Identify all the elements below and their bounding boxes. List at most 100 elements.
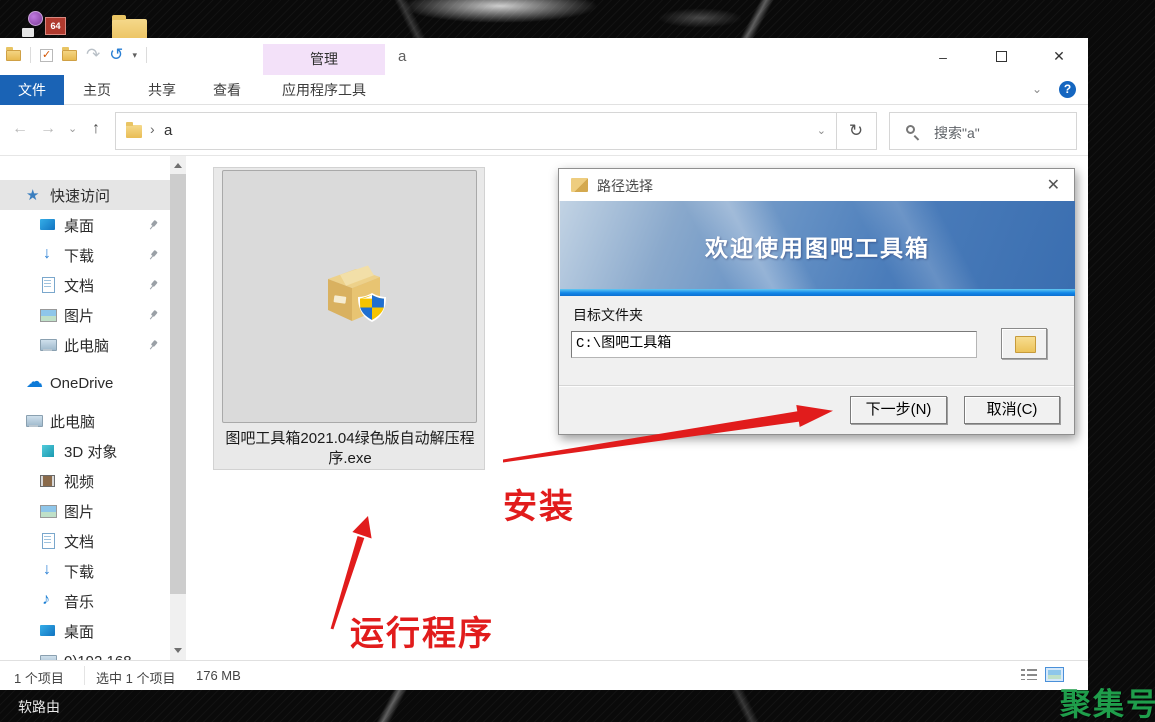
quick-access-toolbar: ↷ ↺ ▾ bbox=[6, 47, 147, 63]
new-folder-icon[interactable] bbox=[62, 50, 77, 61]
minimize-button[interactable]: – bbox=[914, 38, 972, 75]
sidebar-item-documents[interactable]: 文档 bbox=[0, 270, 170, 300]
sidebar-item-desktop-pc[interactable]: 桌面 bbox=[0, 616, 170, 646]
tab-application-tools[interactable]: 应用程序工具 bbox=[263, 75, 385, 105]
sidebar-item-videos[interactable]: 视频 bbox=[0, 466, 170, 496]
help-icon[interactable]: ? bbox=[1059, 81, 1076, 98]
sidebar-item-label: 快速访问 bbox=[50, 185, 110, 206]
dialog-title: 路径选择 bbox=[597, 176, 653, 196]
properties-icon[interactable] bbox=[40, 49, 53, 62]
desktop-label-soft-router[interactable]: 软路由 bbox=[18, 697, 60, 717]
contextual-tab-group-manage: 管理 bbox=[263, 44, 385, 75]
scrollbar-thumb[interactable] bbox=[170, 174, 186, 594]
sidebar-scrollbar[interactable] bbox=[170, 156, 186, 660]
caption-buttons: – ✕ bbox=[914, 38, 1088, 75]
tab-share[interactable]: 共享 bbox=[137, 75, 187, 105]
dialog-separator bbox=[559, 385, 1074, 387]
dialog-heading: 欢迎使用图吧工具箱 bbox=[560, 229, 1075, 263]
sidebar-item-documents-pc[interactable]: 文档 bbox=[0, 526, 170, 556]
address-bar[interactable]: › a ⌄ bbox=[115, 112, 837, 150]
undo-icon[interactable]: ↺ bbox=[109, 48, 123, 62]
sidebar-item-label: 文档 bbox=[64, 531, 94, 552]
toolbar-separator bbox=[146, 47, 147, 63]
desktop-icon bbox=[40, 217, 56, 233]
tab-home[interactable]: 主页 bbox=[72, 75, 122, 105]
watermark: 聚集号 bbox=[1060, 679, 1155, 722]
file-thumbnail-frame bbox=[222, 170, 477, 423]
path-selection-dialog: 路径选择 ✕ 欢迎使用图吧工具箱 目标文件夹 C:\图吧工具箱 下一步(N) 取… bbox=[558, 168, 1075, 435]
sidebar-item-label: 桌面 bbox=[64, 215, 94, 236]
ribbon-collapse-icon[interactable]: ⌄ bbox=[1032, 82, 1042, 96]
back-button[interactable]: ← bbox=[12, 120, 28, 138]
sidebar-item-label: 下载 bbox=[64, 245, 94, 266]
download-icon bbox=[40, 563, 56, 579]
file-item-installer-exe[interactable]: 图吧工具箱2021.04绿色版自动解压程 序.exe bbox=[213, 167, 485, 470]
sidebar-item-downloads-pc[interactable]: 下载 bbox=[0, 556, 170, 586]
search-input[interactable]: 搜索"a" bbox=[889, 112, 1077, 150]
desktop-icon-64-app[interactable]: 64 bbox=[45, 17, 66, 35]
computer-icon bbox=[40, 653, 56, 660]
scroll-down-icon[interactable] bbox=[174, 648, 182, 653]
sidebar-item-label: 下载 bbox=[64, 561, 94, 582]
sidebar-item-network-clipped[interactable]: 0)192.168 bbox=[0, 646, 170, 660]
dialog-close-icon[interactable]: ✕ bbox=[1047, 175, 1060, 195]
customize-toolbar-dropdown-icon[interactable]: ▾ bbox=[133, 50, 138, 61]
item-count: 1 个项目 bbox=[14, 668, 64, 687]
desktop-icon-small[interactable] bbox=[22, 28, 34, 37]
sidebar-item-label: 图片 bbox=[64, 501, 94, 522]
sidebar-item-label: 此电脑 bbox=[64, 335, 109, 356]
document-icon bbox=[40, 277, 56, 293]
sidebar-item-label: 视频 bbox=[64, 471, 94, 492]
tab-file[interactable]: 文件 bbox=[0, 75, 64, 105]
selected-size: 176 MB bbox=[196, 668, 241, 683]
breadcrumb[interactable]: a bbox=[164, 122, 172, 139]
search-icon bbox=[906, 125, 915, 134]
desktop-icon bbox=[40, 623, 56, 639]
selected-count: 选中 1 个项目 bbox=[96, 668, 175, 687]
sidebar-item-music[interactable]: 音乐 bbox=[0, 586, 170, 616]
target-folder-input[interactable]: C:\图吧工具箱 bbox=[571, 331, 977, 358]
refresh-button[interactable]: ↻ bbox=[836, 112, 877, 150]
sidebar-item-pictures[interactable]: 图片 bbox=[0, 300, 170, 330]
next-button[interactable]: 下一步(N) bbox=[850, 396, 947, 424]
picture-icon bbox=[40, 503, 56, 519]
sidebar-item-label: 3D 对象 bbox=[64, 441, 117, 462]
pin-icon bbox=[146, 308, 160, 322]
sidebar-item-downloads[interactable]: 下载 bbox=[0, 240, 170, 270]
breadcrumb-separator-icon: › bbox=[150, 121, 155, 137]
cancel-button[interactable]: 取消(C) bbox=[964, 396, 1060, 424]
dialog-title-bar: 路径选择 ✕ bbox=[559, 169, 1074, 201]
dialog-banner: 欢迎使用图吧工具箱 bbox=[560, 201, 1075, 289]
ribbon-tabs: 文件 主页 共享 查看 应用程序工具 bbox=[0, 75, 1088, 105]
quick-access-icon bbox=[26, 187, 42, 203]
sidebar-item-quick-access[interactable]: 快速访问 bbox=[0, 180, 170, 210]
sidebar-item-onedrive[interactable]: OneDrive bbox=[0, 368, 170, 398]
sidebar-item-this-pc-pinned[interactable]: 此电脑 bbox=[0, 330, 170, 360]
recent-locations-dropdown-icon[interactable]: ⌄ bbox=[68, 122, 77, 135]
sidebar-item-desktop[interactable]: 桌面 bbox=[0, 210, 170, 240]
sidebar-item-this-pc[interactable]: 此电脑 bbox=[0, 406, 170, 436]
redo-icon[interactable]: ↷ bbox=[86, 48, 100, 62]
pin-icon bbox=[146, 278, 160, 292]
navigation-bar: ← → ⌄ ↑ › a ⌄ ↻ 搜索"a" bbox=[0, 106, 1088, 156]
title-bar: ↷ ↺ ▾ 管理 a – ✕ bbox=[0, 38, 1088, 75]
forward-button[interactable]: → bbox=[40, 120, 56, 138]
sidebar-item-label: 文档 bbox=[64, 275, 94, 296]
browse-folder-button[interactable] bbox=[1001, 328, 1047, 359]
address-dropdown-icon[interactable]: ⌄ bbox=[817, 124, 826, 137]
close-button[interactable]: ✕ bbox=[1030, 38, 1088, 75]
up-button[interactable]: ↑ bbox=[92, 120, 100, 138]
cube-icon bbox=[40, 443, 56, 459]
maximize-button[interactable] bbox=[972, 38, 1030, 75]
desktop-icon-purple-app[interactable] bbox=[28, 11, 43, 26]
target-folder-label: 目标文件夹 bbox=[573, 305, 643, 325]
tab-view[interactable]: 查看 bbox=[202, 75, 252, 105]
download-icon bbox=[40, 247, 56, 263]
sidebar-item-pictures-pc[interactable]: 图片 bbox=[0, 496, 170, 526]
folder-icon[interactable] bbox=[6, 50, 21, 61]
pin-icon bbox=[146, 248, 160, 262]
scroll-up-icon[interactable] bbox=[174, 163, 182, 168]
status-separator bbox=[84, 666, 85, 685]
details-view-icon[interactable] bbox=[1021, 667, 1037, 682]
sidebar-item-3d-objects[interactable]: 3D 对象 bbox=[0, 436, 170, 466]
